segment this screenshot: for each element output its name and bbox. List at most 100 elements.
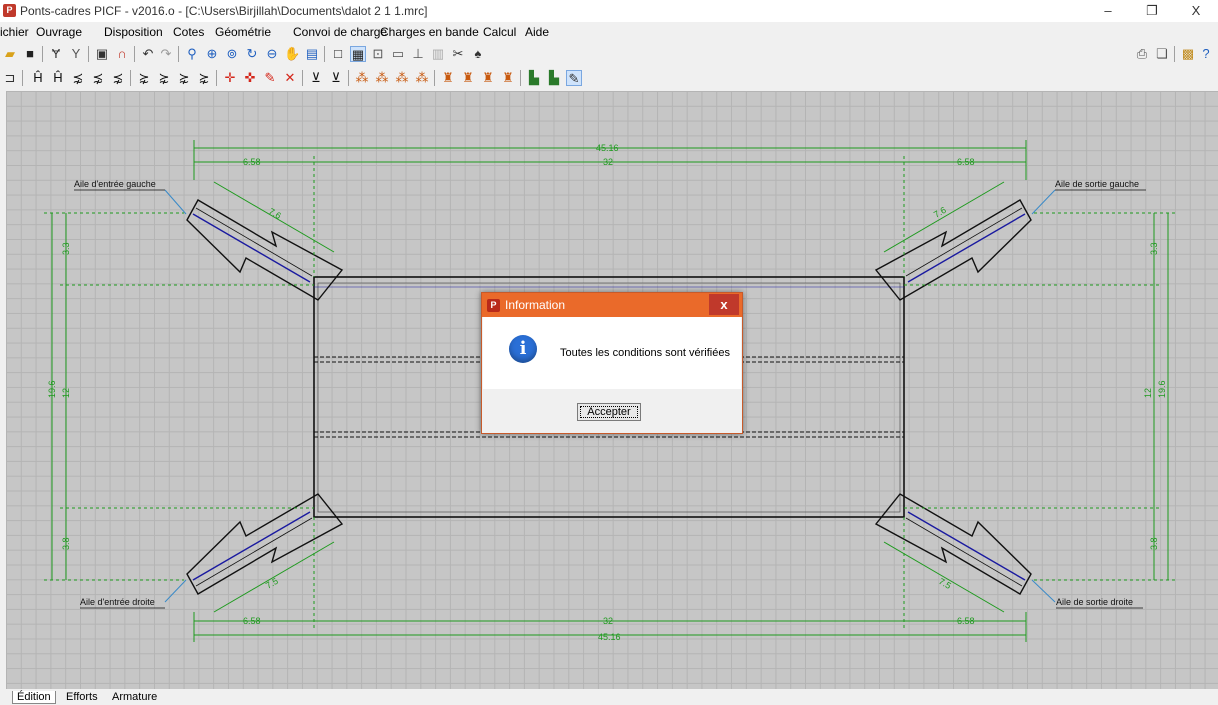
binoculars-icon[interactable]: ♠ xyxy=(470,46,486,62)
menu-calcul[interactable]: Calcul xyxy=(483,25,516,39)
load-distributed-icon[interactable]: ✜ xyxy=(242,70,258,86)
magnet-icon[interactable]: ∩ xyxy=(114,46,130,62)
zoom-in-icon[interactable]: ⊕ xyxy=(204,46,220,62)
dialog-close-button[interactable]: x xyxy=(709,294,739,315)
help-icon[interactable]: ? xyxy=(1198,46,1214,62)
dim-left-bottom: 3.8 xyxy=(61,537,71,550)
ruler-icon[interactable]: ▭ xyxy=(390,46,406,62)
wing-bottom-left xyxy=(186,493,344,595)
tools-icon[interactable]: ✂ xyxy=(450,46,466,62)
dim-right-top: 3.3 xyxy=(1149,242,1159,255)
minimize-button[interactable]: – xyxy=(1086,0,1130,22)
combo-1-icon[interactable]: ⁂ xyxy=(354,70,370,86)
toolbar-separator xyxy=(520,70,521,86)
window-title: Ponts-cadres PICF - v2016.o - [C:\Users\… xyxy=(20,4,428,18)
dim-right-total: 19.6 xyxy=(1157,380,1167,398)
toolbar-separator xyxy=(22,70,23,86)
snap-icon[interactable]: ⊡ xyxy=(370,46,386,62)
result-2-icon[interactable]: ♜ xyxy=(460,70,476,86)
settings-icon[interactable]: ▩ xyxy=(1180,46,1196,62)
dim-right-bottom: 3.8 xyxy=(1149,537,1159,550)
wing-set-5-icon[interactable]: ⋩ xyxy=(156,70,172,86)
dim-left-mid: 12 xyxy=(61,388,71,398)
dim-bottom-inner: 32 xyxy=(603,616,613,626)
dim-wing-bl: 7.5 xyxy=(264,576,280,591)
menu-geometrie[interactable]: Géométrie xyxy=(215,25,271,39)
rectangle-icon[interactable]: □ xyxy=(330,46,346,62)
wing-set-7-icon[interactable]: ⋩ xyxy=(196,70,212,86)
menu-disposition[interactable]: Disposition xyxy=(104,25,163,39)
wing-set-2-icon[interactable]: ⋨ xyxy=(90,70,106,86)
support-2-icon[interactable]: ⊻ xyxy=(328,70,344,86)
result-1-icon[interactable]: ♜ xyxy=(440,70,456,86)
label-wing-tl: Aile d'entrée gauche xyxy=(74,179,156,189)
wing-set-6-icon[interactable]: ⋩ xyxy=(176,70,192,86)
wing-set-4-icon[interactable]: ⋩ xyxy=(136,70,152,86)
zoom-refresh-icon[interactable]: ↻ xyxy=(244,46,260,62)
zoom-extents-icon[interactable]: ⊚ xyxy=(224,46,240,62)
report-2-icon[interactable]: ▙ xyxy=(546,70,562,86)
structure-icon[interactable]: Ɏ xyxy=(48,46,64,62)
tab-efforts[interactable]: Efforts xyxy=(62,691,102,703)
open-folder-icon[interactable]: ▰ xyxy=(2,46,18,62)
wall-right-icon[interactable]: Ĥ xyxy=(50,70,66,86)
toolbar-separator xyxy=(134,46,135,62)
support-1-icon[interactable]: ⊻ xyxy=(308,70,324,86)
wing-icon[interactable]: Y xyxy=(68,46,84,62)
dim-bottom-total: 45.16 xyxy=(598,632,621,642)
combo-4-icon[interactable]: ⁂ xyxy=(414,70,430,86)
table-icon[interactable]: ▥ xyxy=(430,46,446,62)
frame-icon[interactable]: ⊐ xyxy=(2,70,18,86)
menu-bar: ichier Ouvrage Disposition Cotes Géométr… xyxy=(0,22,1218,42)
result-4-icon[interactable]: ♜ xyxy=(500,70,516,86)
grid-icon[interactable]: ▦ xyxy=(350,46,366,62)
combo-2-icon[interactable]: ⁂ xyxy=(374,70,390,86)
result-3-icon[interactable]: ♜ xyxy=(480,70,496,86)
dialog-body: i Toutes les conditions sont vérifiées xyxy=(483,317,741,389)
dialog-message: Toutes les conditions sont vérifiées xyxy=(560,347,730,359)
load-delete-icon[interactable]: ✕ xyxy=(282,70,298,86)
menu-cotes[interactable]: Cotes xyxy=(173,25,204,39)
save-icon[interactable]: ■ xyxy=(22,46,38,62)
zoom-out-icon[interactable]: ⊖ xyxy=(264,46,280,62)
menu-convoi-de-charge[interactable]: Convoi de charge xyxy=(293,25,387,39)
edit-pencil-icon[interactable]: ✎ xyxy=(566,70,582,86)
dim-top-right: 6.58 xyxy=(957,157,975,167)
wing-set-3-icon[interactable]: ⋨ xyxy=(110,70,126,86)
dim-top-left: 6.58 xyxy=(243,157,261,167)
undo-icon[interactable]: ↶ xyxy=(140,46,156,62)
print-icon[interactable]: ⎙ xyxy=(1134,46,1150,62)
tab-edition[interactable]: Édition xyxy=(12,691,56,704)
axis-icon[interactable]: ⊥ xyxy=(410,46,426,62)
redraw-icon[interactable]: ▤ xyxy=(304,46,320,62)
preview-icon[interactable]: ❏ xyxy=(1154,46,1170,62)
dim-wing-tl: 7.6 xyxy=(267,206,283,221)
accept-button[interactable]: Accepter xyxy=(577,403,641,421)
wing-set-1-icon[interactable]: ⋨ xyxy=(70,70,86,86)
dim-wing-br: 7.5 xyxy=(937,576,953,591)
menu-ouvrage[interactable]: Ouvrage xyxy=(36,25,82,39)
label-wing-bl: Aile d'entrée droite xyxy=(80,597,155,607)
dim-left-total: 19.6 xyxy=(47,380,57,398)
label-wing-br: Aile de sortie droite xyxy=(1056,597,1133,607)
pan-hand-icon[interactable]: ✋ xyxy=(284,46,300,62)
zoom-window-icon[interactable]: ⚲ xyxy=(184,46,200,62)
wall-left-icon[interactable]: Ĥ xyxy=(30,70,46,86)
combo-3-icon[interactable]: ⁂ xyxy=(394,70,410,86)
menu-fichier[interactable]: ichier xyxy=(0,25,29,39)
toolbar-separator xyxy=(130,70,131,86)
menu-charges-en-bande[interactable]: Charges en bande xyxy=(380,25,479,39)
toolbar-separator xyxy=(42,46,43,62)
close-button[interactable]: X xyxy=(1174,0,1218,22)
picture-icon[interactable]: ▣ xyxy=(94,46,110,62)
dim-top-inner: 32 xyxy=(603,157,613,167)
load-point-icon[interactable]: ✛ xyxy=(222,70,238,86)
menu-aide[interactable]: Aide xyxy=(525,25,549,39)
redo-icon[interactable]: ↷ xyxy=(158,46,174,62)
maximize-button[interactable]: ❐ xyxy=(1130,0,1174,22)
tab-armature[interactable]: Armature xyxy=(108,691,161,703)
report-1-icon[interactable]: ▙ xyxy=(526,70,542,86)
toolbar-separator xyxy=(324,46,325,62)
load-moment-icon[interactable]: ✎ xyxy=(262,70,278,86)
toolbar-separator xyxy=(348,70,349,86)
